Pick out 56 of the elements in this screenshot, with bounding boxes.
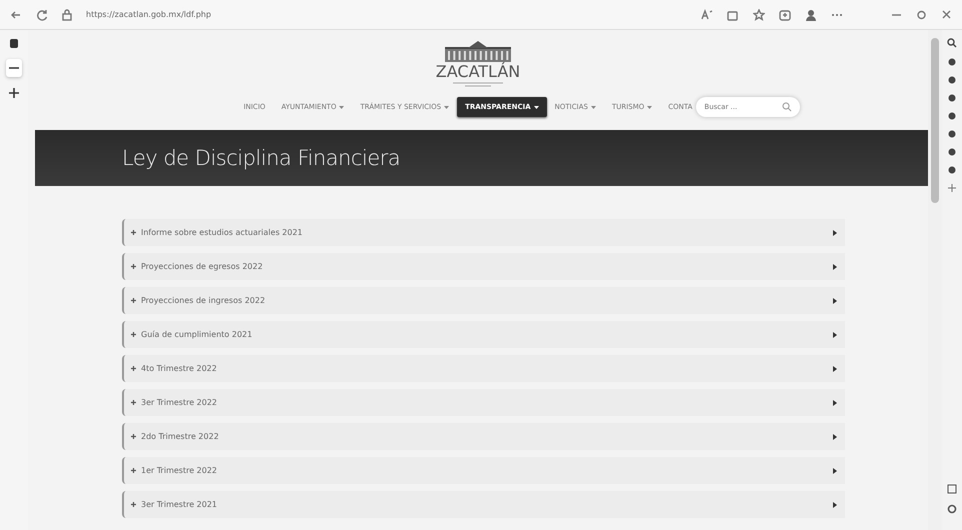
sidebar-app-icon[interactable] [948,130,956,138]
close-icon[interactable] [941,8,952,20]
sidebar-app-icon[interactable] [948,148,956,156]
collections-icon[interactable] [779,8,791,20]
expand-arrow-icon [833,434,837,440]
sidebar-app-icon[interactable] [948,166,956,174]
zoom-in-icon[interactable] [8,87,20,99]
plus-icon [131,264,136,269]
plus-icon [131,332,136,337]
read-aloud-icon[interactable] [701,8,713,20]
tab-icon[interactable] [727,8,739,20]
accordion-item[interactable]: Informe sobre estudios actuariales 2021 [122,219,845,246]
expand-arrow-icon [833,468,837,474]
star-icon[interactable] [753,8,765,20]
tabs-icon[interactable] [9,38,19,49]
sidebar-app-icon[interactable] [948,76,956,84]
sidebar-app-icon[interactable] [948,94,956,102]
accordion-item[interactable]: 3er Trimestre 2021 [122,491,845,518]
expand-arrow-icon [833,264,837,270]
plus-icon [131,502,136,507]
palace-emblem-icon [443,40,513,62]
zoom-out-icon[interactable] [6,59,22,77]
lock-icon [62,8,72,20]
accordion-item[interactable]: Guía de cumplimiento 2021 [122,321,845,348]
maximize-icon[interactable] [916,8,927,20]
plus-icon [131,366,136,371]
expand-arrow-icon [833,366,837,372]
plus-icon [131,400,136,405]
search-icon[interactable] [947,38,957,48]
accordion-item[interactable]: 2do Trimestre 2022 [122,423,845,450]
plus-icon [131,468,136,473]
expand-arrow-icon [833,230,837,236]
expand-arrow-icon [833,400,837,406]
accordion-item[interactable]: Proyecciones de ingresos 2022 [122,287,845,314]
expand-arrow-icon [833,502,837,508]
accordion-item[interactable]: 3er Trimestre 2022 [122,389,845,416]
accordion-item[interactable]: 1er Trimestre 2022 [122,457,845,484]
sidebar-app-icon[interactable] [948,112,956,120]
plus-icon [131,434,136,439]
sidebar-app-icon[interactable] [948,58,956,66]
expand-arrow-icon [833,332,837,338]
plus-icon [131,230,136,235]
expand-arrow-icon [833,298,837,304]
plus-icon [131,298,136,303]
logo-text: ZACATLÁN [436,62,520,81]
scrollbar-thumb[interactable] [931,38,939,203]
page-title: Ley de Disciplina Financiera [122,146,400,170]
plus-icon[interactable] [948,184,956,192]
accordion-item[interactable]: Proyecciones de egresos 2022 [122,253,845,280]
logo-subtitle-lines-icon [453,81,503,87]
profile-icon[interactable] [805,8,817,20]
layout-icon[interactable] [947,484,957,494]
back-icon[interactable] [10,10,22,20]
url-text[interactable]: https://zacatlan.gob.mx/ldf.php [86,10,687,19]
accordion-item[interactable]: 4to Trimestre 2022 [122,355,845,382]
refresh-icon[interactable] [36,8,48,20]
